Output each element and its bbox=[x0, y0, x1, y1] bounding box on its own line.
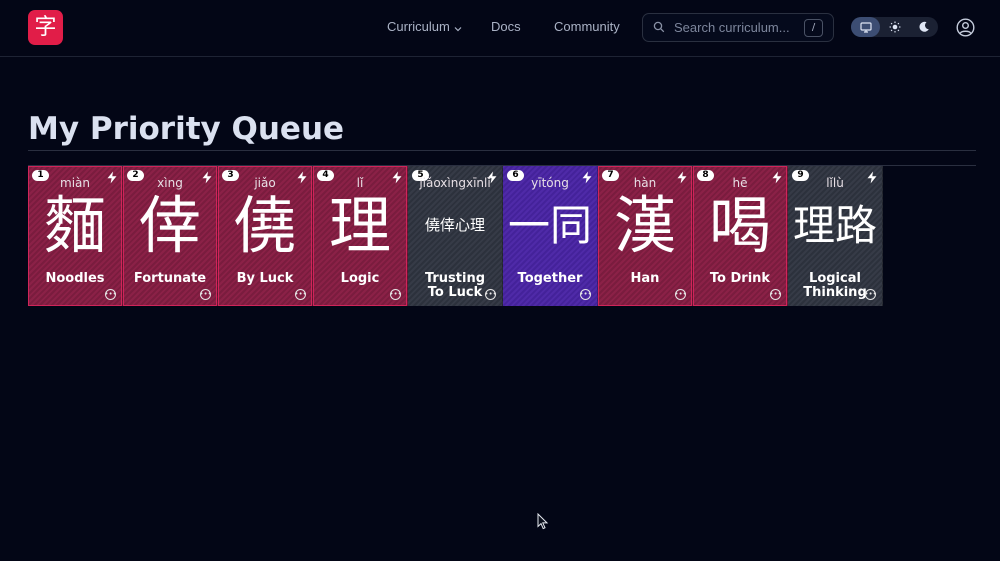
card-meaning: Together bbox=[517, 271, 583, 286]
card-pinyin: jiǎoxìngxīnlǐ bbox=[419, 176, 491, 190]
card-hanzi: 一同 bbox=[507, 201, 592, 250]
user-account-icon[interactable] bbox=[955, 17, 975, 37]
more-options-icon[interactable]: ••• bbox=[579, 289, 592, 300]
card-hanzi: 理 bbox=[328, 189, 391, 262]
card-meaning: Fortunate bbox=[133, 271, 207, 286]
character-card[interactable]: 6 yītóng 一同 Together ••• bbox=[503, 166, 598, 306]
more-options-icon[interactable]: ••• bbox=[199, 289, 212, 300]
top-navigation-bar: 字 Curriculum Docs Community Search curri… bbox=[0, 0, 1000, 57]
character-card[interactable]: 2 xìng 倖 Fortunate ••• bbox=[123, 166, 218, 306]
nav-curriculum-label: Curriculum bbox=[387, 19, 450, 34]
more-options-icon[interactable]: ••• bbox=[674, 289, 687, 300]
mouse-cursor-icon bbox=[537, 512, 549, 530]
character-card[interactable]: 5 jiǎoxìngxīnlǐ 僥倖心理 Trusting To Luck ••• bbox=[408, 166, 503, 306]
card-pinyin: miàn bbox=[60, 176, 90, 190]
card-meaning: To Drink bbox=[709, 271, 771, 286]
character-card[interactable]: 4 lǐ 理 Logic ••• bbox=[313, 166, 408, 306]
search-icon bbox=[653, 18, 665, 37]
search-input[interactable]: Search curriculum... / bbox=[642, 13, 834, 42]
character-card[interactable]: 3 jiǎo 僥 By Luck ••• bbox=[218, 166, 313, 306]
page-title: My Priority Queue bbox=[28, 111, 345, 147]
more-options-icon[interactable]: ••• bbox=[769, 289, 782, 300]
character-card[interactable]: 7 hàn 漢 Han ••• bbox=[598, 166, 693, 306]
chevron-down-icon bbox=[454, 20, 462, 35]
card-hanzi: 倖 bbox=[138, 189, 201, 262]
card-meaning: Han bbox=[630, 271, 660, 286]
theme-switcher[interactable] bbox=[851, 17, 938, 37]
nav-curriculum-menu[interactable]: Curriculum bbox=[387, 19, 462, 35]
card-hanzi: 漢 bbox=[613, 189, 676, 262]
priority-queue-cards: 1 miàn 麵 Noodles ••• 2 xìng 倖 Fortunate ••• 3 jiǎo 僥… bbox=[28, 166, 883, 306]
card-hanzi: 理路 bbox=[792, 201, 877, 250]
card-meaning: Noodles bbox=[45, 271, 105, 286]
desktop-icon[interactable] bbox=[851, 17, 880, 37]
more-options-icon[interactable]: ••• bbox=[104, 289, 117, 300]
card-pinyin: xìng bbox=[157, 176, 183, 190]
card-pinyin: lǐ bbox=[356, 176, 364, 190]
character-card[interactable]: 1 miàn 麵 Noodles ••• bbox=[28, 166, 123, 306]
more-options-icon[interactable]: ••• bbox=[484, 289, 497, 300]
card-hanzi: 麵 bbox=[43, 189, 106, 262]
app-logo[interactable]: 字 bbox=[28, 10, 63, 45]
title-divider bbox=[28, 150, 976, 151]
more-options-icon[interactable]: ••• bbox=[864, 289, 877, 300]
card-meaning: By Luck bbox=[236, 271, 294, 286]
card-hanzi: 僥 bbox=[233, 189, 296, 262]
search-placeholder: Search curriculum... bbox=[674, 20, 790, 35]
character-card[interactable]: 8 hē 喝 To Drink ••• bbox=[693, 166, 788, 306]
card-pinyin: jiǎo bbox=[254, 176, 276, 190]
moon-icon[interactable] bbox=[909, 17, 938, 37]
card-pinyin: yītóng bbox=[531, 176, 569, 190]
search-shortcut-key: / bbox=[804, 18, 823, 37]
more-options-icon[interactable]: ••• bbox=[294, 289, 307, 300]
card-hanzi: 僥倖心理 bbox=[424, 215, 485, 234]
nav-community-link[interactable]: Community bbox=[554, 19, 620, 34]
card-hanzi: 喝 bbox=[708, 189, 771, 262]
character-card[interactable]: 9 lǐlù 理路 Logical Thinking ••• bbox=[788, 166, 883, 306]
card-meaning: Logic bbox=[340, 271, 380, 286]
more-options-icon[interactable]: ••• bbox=[389, 289, 402, 300]
nav-docs-link[interactable]: Docs bbox=[491, 19, 521, 34]
card-pinyin: hàn bbox=[633, 176, 657, 190]
card-pinyin: lǐlù bbox=[826, 176, 844, 190]
card-pinyin: hē bbox=[732, 176, 748, 190]
sun-icon[interactable] bbox=[880, 17, 909, 37]
